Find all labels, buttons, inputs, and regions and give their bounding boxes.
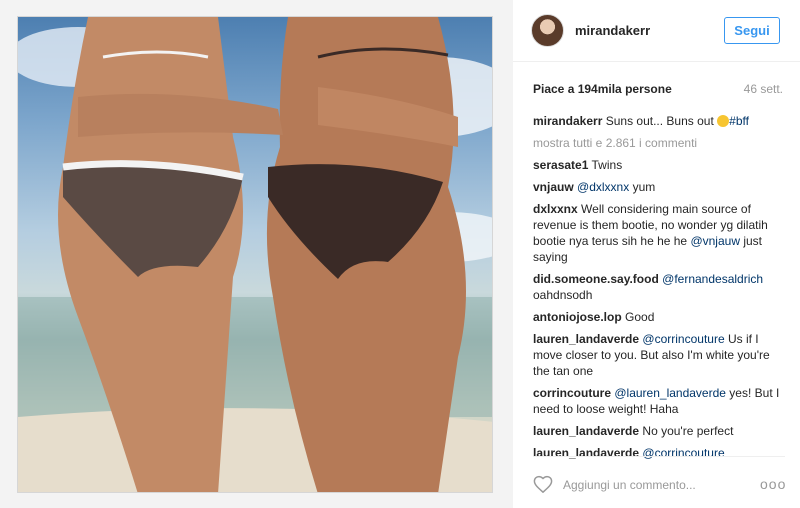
photo-illustration (18, 17, 492, 492)
caption: mirandakerr Suns out... Buns out #bff (533, 113, 785, 129)
likes-row: Piace a 194mila persone 46 sett. (533, 82, 783, 96)
comments-list: mirandakerr Suns out... Buns out #bff mo… (533, 113, 785, 467)
comment-item: did.someone.say.food @fernandesaldrich o… (533, 271, 785, 303)
follow-button[interactable]: Segui (724, 17, 780, 44)
comment-text: Twins (591, 158, 623, 172)
comment-username[interactable]: vnjauw (533, 180, 574, 194)
header-username[interactable]: mirandakerr (575, 23, 650, 38)
comment-item: corrincouture @lauren_landaverde yes! Bu… (533, 385, 785, 417)
add-comment-input[interactable] (563, 477, 743, 493)
comment-text: Good (625, 310, 655, 324)
comment-footer: ooo (533, 456, 785, 508)
post-header: mirandakerr Segui (513, 0, 800, 62)
comment-text: No you're perfect (642, 424, 734, 438)
photo-area (0, 0, 513, 508)
comment-item: lauren_landaverde No you're perfect (533, 423, 785, 439)
comment-username[interactable]: antoniojose.lop (533, 310, 622, 324)
comment-mention[interactable]: @corrincouture (642, 332, 724, 346)
post-details-panel: mirandakerr Segui Piace a 194mila person… (513, 0, 800, 508)
comment-item: dxlxxnx Well considering main source of … (533, 201, 785, 265)
comment-item: serasate1 Twins (533, 157, 785, 173)
likes-count[interactable]: Piace a 194mila persone (533, 82, 672, 96)
avatar[interactable] (531, 14, 564, 47)
post-photo[interactable] (17, 16, 493, 493)
caption-text: Suns out... Buns out (605, 114, 714, 128)
comment-username[interactable]: corrincouture (533, 386, 611, 400)
post-time[interactable]: 46 sett. (744, 82, 783, 96)
comment-username[interactable]: dxlxxnx (533, 202, 578, 216)
comment-username[interactable]: serasate1 (533, 158, 588, 172)
smirk-emoji-icon (717, 115, 730, 127)
more-options-icon[interactable]: ooo (760, 476, 786, 492)
comment-mention[interactable]: @fernandesaldrich (662, 272, 763, 286)
load-more-comments[interactable]: mostra tutti e 2.861 i commenti (533, 135, 785, 151)
comment-username[interactable]: did.someone.say.food (533, 272, 659, 286)
caption-hashtag[interactable]: #bff (729, 114, 749, 128)
heart-icon[interactable] (533, 475, 553, 493)
comment-item: vnjauw @dxlxxnx yum (533, 179, 785, 195)
caption-username[interactable]: mirandakerr (533, 114, 602, 128)
comment-text: oahdnsodh (533, 288, 593, 302)
comment-mention[interactable]: @lauren_landaverde (614, 386, 726, 400)
comment-username[interactable]: lauren_landaverde (533, 332, 639, 346)
comment-text: yum (632, 180, 656, 194)
comment-mention[interactable]: @vnjauw (690, 234, 740, 248)
comment-username[interactable]: lauren_landaverde (533, 424, 639, 438)
comment-item: antoniojose.lop Good (533, 309, 785, 325)
comment-mention[interactable]: @dxlxxnx (577, 180, 629, 194)
comment-item: lauren_landaverde @corrincouture Us if I… (533, 331, 785, 379)
